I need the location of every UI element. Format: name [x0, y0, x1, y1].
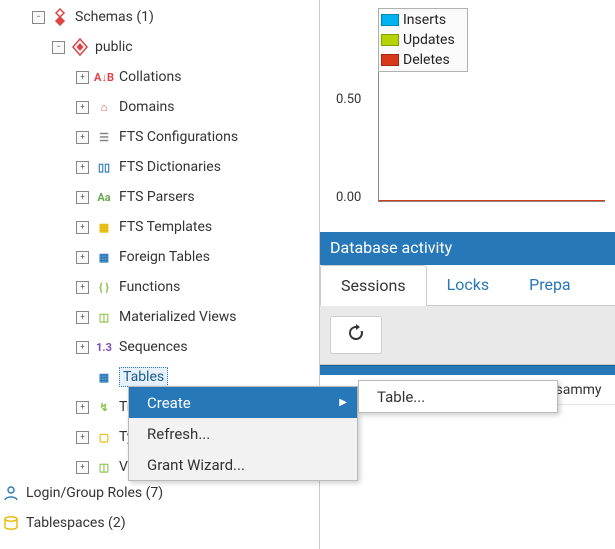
domains-icon: ⌂ — [95, 98, 113, 116]
schemas-icon — [51, 8, 69, 26]
foreign_tables-icon: ▦ — [95, 248, 113, 266]
activity-toolbar — [320, 306, 615, 365]
activity-tabs: Sessions Locks Prepa — [320, 265, 615, 306]
expand-icon[interactable] — [76, 101, 89, 114]
y-tick-label: 0.00 — [336, 190, 361, 205]
expand-icon[interactable] — [76, 161, 89, 174]
tree-label: Sequences — [119, 339, 188, 355]
legend-swatch — [381, 14, 399, 26]
fts_parsers-icon: Aa — [95, 188, 113, 206]
expand-icon[interactable] — [76, 341, 89, 354]
roles-icon — [2, 484, 20, 502]
schema-icon — [71, 38, 89, 56]
sequences-icon: 1.3 — [95, 338, 113, 356]
tree-node-fts_templates[interactable]: ▦ FTS Templates — [0, 212, 319, 242]
tree-label: FTS Parsers — [119, 189, 195, 205]
tree-node-login-roles[interactable]: Login/Group Roles (7) — [0, 478, 163, 508]
tree-node-foreign_tables[interactable]: ▦ Foreign Tables — [0, 242, 319, 272]
legend-item: Deletes — [381, 50, 465, 70]
tab-prepared[interactable]: Prepa — [509, 265, 591, 305]
collations-icon: A↓B — [95, 68, 113, 86]
grid-header — [320, 365, 615, 375]
tree-label: FTS Configurations — [119, 129, 238, 145]
menu-item-grant-wizard[interactable]: Grant Wizard... — [129, 449, 357, 480]
tree-node-schemas[interactable]: Schemas (1) — [0, 2, 319, 32]
expand-icon[interactable] — [76, 221, 89, 234]
materialized_views-icon: ◫ — [95, 308, 113, 326]
tree-node-sequences[interactable]: 1.3 Sequences — [0, 332, 319, 362]
tree-label: FTS Templates — [119, 219, 212, 235]
tree-label: FTS Dictionaries — [119, 159, 221, 175]
functions-icon: { } — [95, 278, 113, 296]
legend-item: Updates — [381, 30, 465, 50]
legend-item: Inserts — [381, 10, 465, 30]
legend-label: Updates — [403, 32, 455, 48]
expand-icon[interactable] — [76, 311, 89, 324]
context-submenu: Table... — [358, 380, 558, 413]
tables-icon: ▦ — [95, 368, 113, 386]
expand-icon[interactable] — [76, 251, 89, 264]
chart-tuples: 0.50 0.00 Inserts Updates Deletes — [320, 0, 615, 220]
tree-node-fts_parsers[interactable]: Aa FTS Parsers — [0, 182, 319, 212]
expand-icon[interactable] — [76, 281, 89, 294]
views-icon: ◫ — [95, 458, 113, 476]
refresh-button[interactable] — [330, 316, 382, 354]
tree-label: Schemas (1) — [75, 9, 154, 25]
expand-icon[interactable] — [76, 131, 89, 144]
menu-item-refresh[interactable]: Refresh... — [129, 418, 357, 449]
fts_templates-icon: ▦ — [95, 218, 113, 236]
fts_configurations-icon: ☰ — [95, 128, 113, 146]
tree-node-fts_dictionaries[interactable]: ▯▯ FTS Dictionaries — [0, 152, 319, 182]
dashboard-pane: 0.50 0.00 Inserts Updates Deletes Databa… — [320, 0, 615, 549]
tree-label: Login/Group Roles (7) — [26, 485, 163, 501]
chart-legend: Inserts Updates Deletes — [378, 8, 468, 72]
tree-label: public — [95, 39, 133, 55]
y-tick-label: 0.50 — [336, 92, 361, 107]
tree-label: Functions — [119, 279, 180, 295]
tab-locks[interactable]: Locks — [427, 265, 509, 305]
legend-swatch — [381, 34, 399, 46]
tablespaces-icon — [2, 514, 20, 532]
tree-label: Collations — [119, 69, 181, 85]
tree-node-functions[interactable]: { } Functions — [0, 272, 319, 302]
tree-node-fts_configurations[interactable]: ☰ FTS Configurations — [0, 122, 319, 152]
collapse-icon[interactable] — [32, 11, 45, 24]
tree-label: Materialized Views — [119, 309, 237, 325]
tree-node-public[interactable]: public — [0, 32, 319, 62]
legend-label: Deletes — [403, 52, 450, 68]
tree-node-tablespaces[interactable]: Tablespaces (2) — [0, 508, 163, 538]
tab-sessions[interactable]: Sessions — [320, 265, 427, 306]
menu-item-create[interactable]: Create — [129, 387, 357, 418]
legend-label: Inserts — [403, 12, 446, 28]
tree-node-domains[interactable]: ⌂ Domains — [0, 92, 319, 122]
tree-node-materialized_views[interactable]: ◫ Materialized Views — [0, 302, 319, 332]
tree-label: Tables — [119, 367, 168, 387]
trigger_functions-icon: ↯ — [95, 398, 113, 416]
expand-icon[interactable] — [76, 431, 89, 444]
types-icon: ▢ — [95, 428, 113, 446]
expand-icon[interactable] — [76, 401, 89, 414]
expand-icon[interactable] — [76, 461, 89, 474]
tree-label: Foreign Tables — [119, 249, 210, 265]
expand-icon[interactable] — [76, 191, 89, 204]
tree-label: Tablespaces (2) — [26, 515, 126, 531]
tree-node-collations[interactable]: A↓B Collations — [0, 62, 319, 92]
menu-item-create-table[interactable]: Table... — [359, 381, 557, 412]
tree-bottom: Login/Group Roles (7) Tablespaces (2) — [0, 478, 163, 538]
refresh-icon — [346, 323, 366, 348]
expand-icon[interactable] — [76, 71, 89, 84]
panel-title: Database activity — [320, 232, 615, 265]
legend-swatch — [381, 54, 399, 66]
collapse-icon[interactable] — [52, 41, 65, 54]
fts_dictionaries-icon: ▯▯ — [95, 158, 113, 176]
tree-label: Domains — [119, 99, 174, 115]
context-menu: Create Refresh... Grant Wizard... — [128, 386, 358, 481]
